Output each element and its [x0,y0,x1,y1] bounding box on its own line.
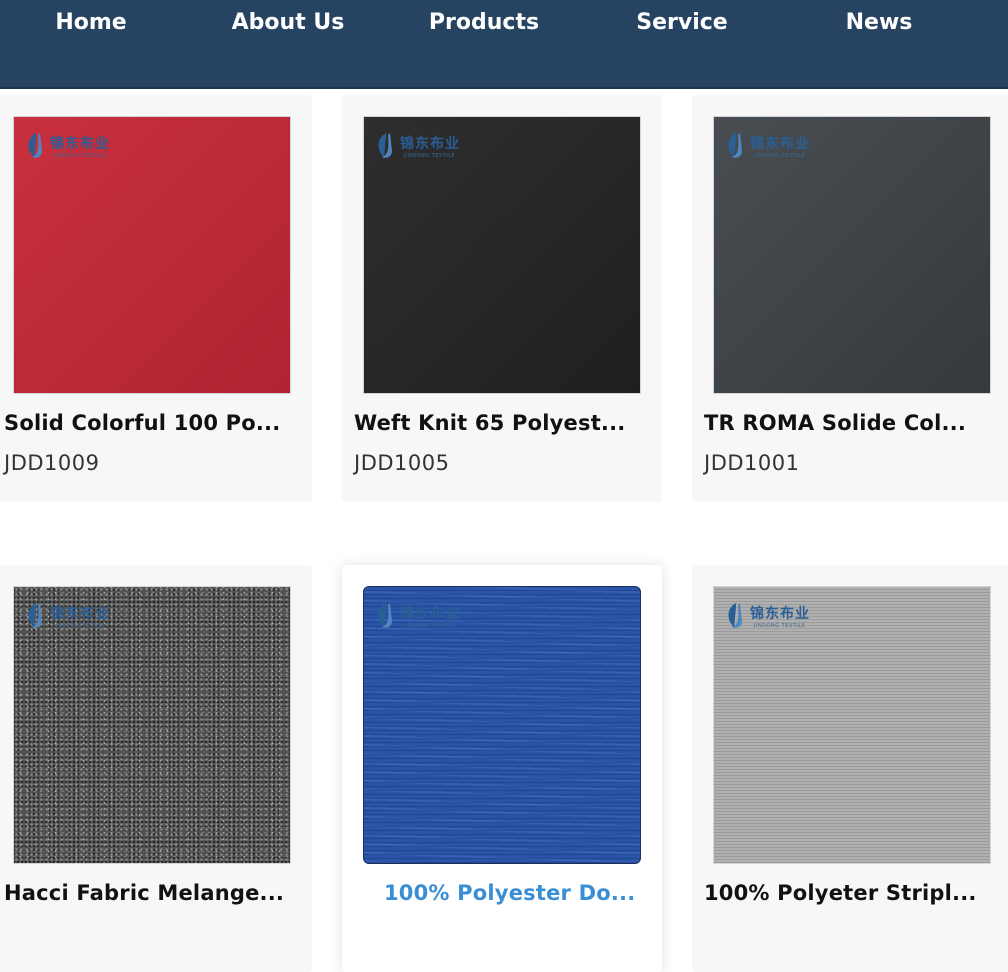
brand-logo-watermark: 锦东布业 JINDONG TEXTILE [724,601,834,633]
product-code: JDD1005 [354,451,450,475]
product-image[interactable]: 锦东布业 JINDONG TEXTILE [13,116,291,394]
product-card[interactable]: 锦东布业 JINDONG TEXTILE Solid Colorful 100 … [0,95,312,502]
product-image[interactable]: 锦东布业 JINDONG TEXTILE [13,586,291,864]
product-card-hovered[interactable]: 锦东布业 JINDONG TEXTILE 100% Polyester Do..… [342,565,662,972]
product-title[interactable]: Solid Colorful 100 Po... [4,411,294,435]
product-image[interactable]: 锦东布业 JINDONG TEXTILE [363,586,641,864]
nav-about-us-link[interactable]: About Us [222,7,354,39]
product-card[interactable]: 锦东布业 JINDONG TEXTILE Hacci Fabric Melang… [0,565,312,972]
product-image[interactable]: 锦东布业 JINDONG TEXTILE [713,116,991,394]
product-title[interactable]: 100% Polyester Do... [384,881,644,905]
brand-logo-watermark: 锦东布业 JINDONG TEXTILE [724,131,834,163]
brand-logo-watermark: 锦东布业 JINDONG TEXTILE [24,131,134,163]
product-title[interactable]: Hacci Fabric Melange... [4,881,294,905]
product-code: JDD1009 [4,451,100,475]
product-card[interactable]: 锦东布业 JINDONG TEXTILE TR ROMA Solide Col.… [692,95,1008,502]
product-image[interactable]: 锦东布业 JINDONG TEXTILE [713,586,991,864]
product-image[interactable]: 锦东布业 JINDONG TEXTILE [363,116,641,394]
product-card[interactable]: 锦东布业 JINDONG TEXTILE Weft Knit 65 Polyes… [342,95,662,502]
nav-service-link[interactable]: Service [626,7,738,39]
brand-logo-watermark: 锦东布业 JINDONG TEXTILE [374,601,484,633]
product-card[interactable]: 锦东布业 JINDONG TEXTILE 100% Polyeter Strip… [692,565,1008,972]
product-title[interactable]: TR ROMA Solide Col... [704,411,994,435]
brand-logo-watermark: 锦东布业 JINDONG TEXTILE [374,131,484,163]
nav-products-link[interactable]: Products [420,7,548,39]
product-code: JDD1001 [704,451,800,475]
nav-news-link[interactable]: News [836,7,922,39]
brand-logo-watermark: 锦东布业 JINDONG TEXTILE [24,601,134,633]
top-navigation-bar: Home About Us Products Service News [0,0,1008,89]
product-title[interactable]: 100% Polyeter Stripl... [704,881,994,905]
product-title[interactable]: Weft Knit 65 Polyest... [354,411,644,435]
nav-home-link[interactable]: Home [46,7,136,39]
